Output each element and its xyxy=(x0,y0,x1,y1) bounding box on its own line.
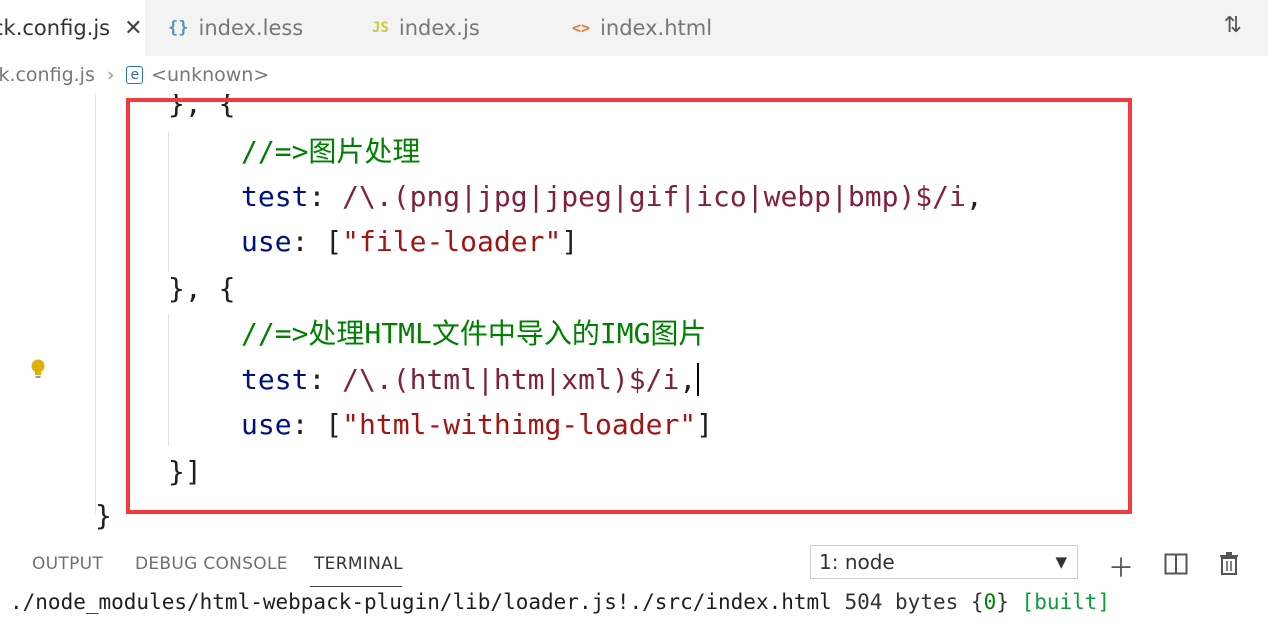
code-line: use: ["file-loader"] xyxy=(241,225,579,258)
code-string: "file-loader" xyxy=(342,225,562,258)
text-cursor xyxy=(697,363,700,396)
indent-guide xyxy=(95,94,96,514)
symbol-icon: e xyxy=(126,66,144,84)
terminal-size: 504 bytes xyxy=(844,590,959,614)
terminal-select-value: 1: node xyxy=(819,550,895,574)
code-key: use xyxy=(241,225,292,258)
breadcrumb-symbol[interactable]: <unknown> xyxy=(151,64,269,86)
code-editor[interactable]: }, { //=>图片处理 test: /\.(png|jpg|jpeg|gif… xyxy=(0,94,1268,534)
split-terminal-icon[interactable] xyxy=(1164,553,1188,575)
tab-webpack-config[interactable]: ck.config.js ✕ xyxy=(0,0,145,56)
code-string: "html-withimg-loader" xyxy=(342,408,697,441)
code-comment: //=>图片处理 xyxy=(241,135,421,168)
tab-debug-console[interactable]: DEBUG CONSOLE xyxy=(135,554,288,574)
code-line: } xyxy=(95,499,112,532)
code-line: test: /\.(png|jpg|jpeg|gif|ico|webp|bmp)… xyxy=(241,180,983,213)
js-file-icon: JS xyxy=(372,20,389,36)
indent-guide xyxy=(168,132,169,272)
code-line: use: ["html-withimg-loader"] xyxy=(241,408,714,441)
new-terminal-icon[interactable]: ＋ xyxy=(1108,548,1134,585)
code-regex: /\.(png|jpg|jpeg|gif|ico|webp|bmp)$/i xyxy=(342,180,966,213)
code-key: test xyxy=(241,180,309,213)
tab-label: index.less xyxy=(198,16,304,40)
chevron-right-icon: › xyxy=(106,64,115,86)
code-line: }, { xyxy=(168,272,236,305)
code-key: test xyxy=(241,363,309,396)
breadcrumb: ck.config.js › e <unknown> xyxy=(0,58,269,92)
terminal-chunk: 0 xyxy=(983,590,997,614)
code-comment: //=>处理HTML文件中导入的IMG图片 xyxy=(241,317,707,350)
code-regex: /\.(html|htm|xml)$/i xyxy=(342,363,680,396)
tab-index-js[interactable]: JS index.js xyxy=(348,0,548,56)
dropdown-arrow-icon: ▼ xyxy=(1055,553,1067,571)
compare-changes-icon[interactable]: ⇅ xyxy=(1224,13,1242,38)
code-line: test: /\.(html|htm|xml)$/i, xyxy=(241,360,700,400)
tab-output[interactable]: OUTPUT xyxy=(32,554,103,574)
tab-label: ck.config.js xyxy=(0,16,111,40)
terminal-select[interactable]: 1: node ▼ xyxy=(810,545,1078,579)
code-line: }] xyxy=(168,455,202,488)
terminal-status: [built] xyxy=(1021,590,1111,614)
code-line: //=>处理HTML文件中导入的IMG图片 xyxy=(241,314,706,354)
close-icon[interactable]: ✕ xyxy=(124,16,142,41)
html-file-icon: <> xyxy=(572,19,591,37)
indent-guide xyxy=(168,314,169,446)
terminal-path: ./node_modules/html-webpack-plugin/lib/l… xyxy=(10,590,832,614)
code-key: use xyxy=(241,408,292,441)
tab-label: index.html xyxy=(600,16,713,40)
code-line: }, { xyxy=(168,94,236,120)
lightbulb-icon[interactable] xyxy=(30,358,46,380)
tab-index-less[interactable]: {} index.less xyxy=(146,0,346,56)
tab-index-html[interactable]: <> index.html xyxy=(550,0,750,56)
code-line: //=>图片处理 xyxy=(241,132,420,172)
trash-icon[interactable] xyxy=(1218,551,1240,575)
less-file-icon: {} xyxy=(168,18,189,38)
active-tab-indicator xyxy=(310,586,402,587)
terminal-output-line: ./node_modules/html-webpack-plugin/lib/l… xyxy=(10,590,1111,614)
breadcrumb-file[interactable]: ck.config.js xyxy=(0,64,95,86)
editor-tab-bar: ck.config.js ✕ {} index.less JS index.js… xyxy=(0,0,1268,56)
tab-terminal[interactable]: TERMINAL xyxy=(314,554,403,574)
tab-label: index.js xyxy=(398,16,480,40)
